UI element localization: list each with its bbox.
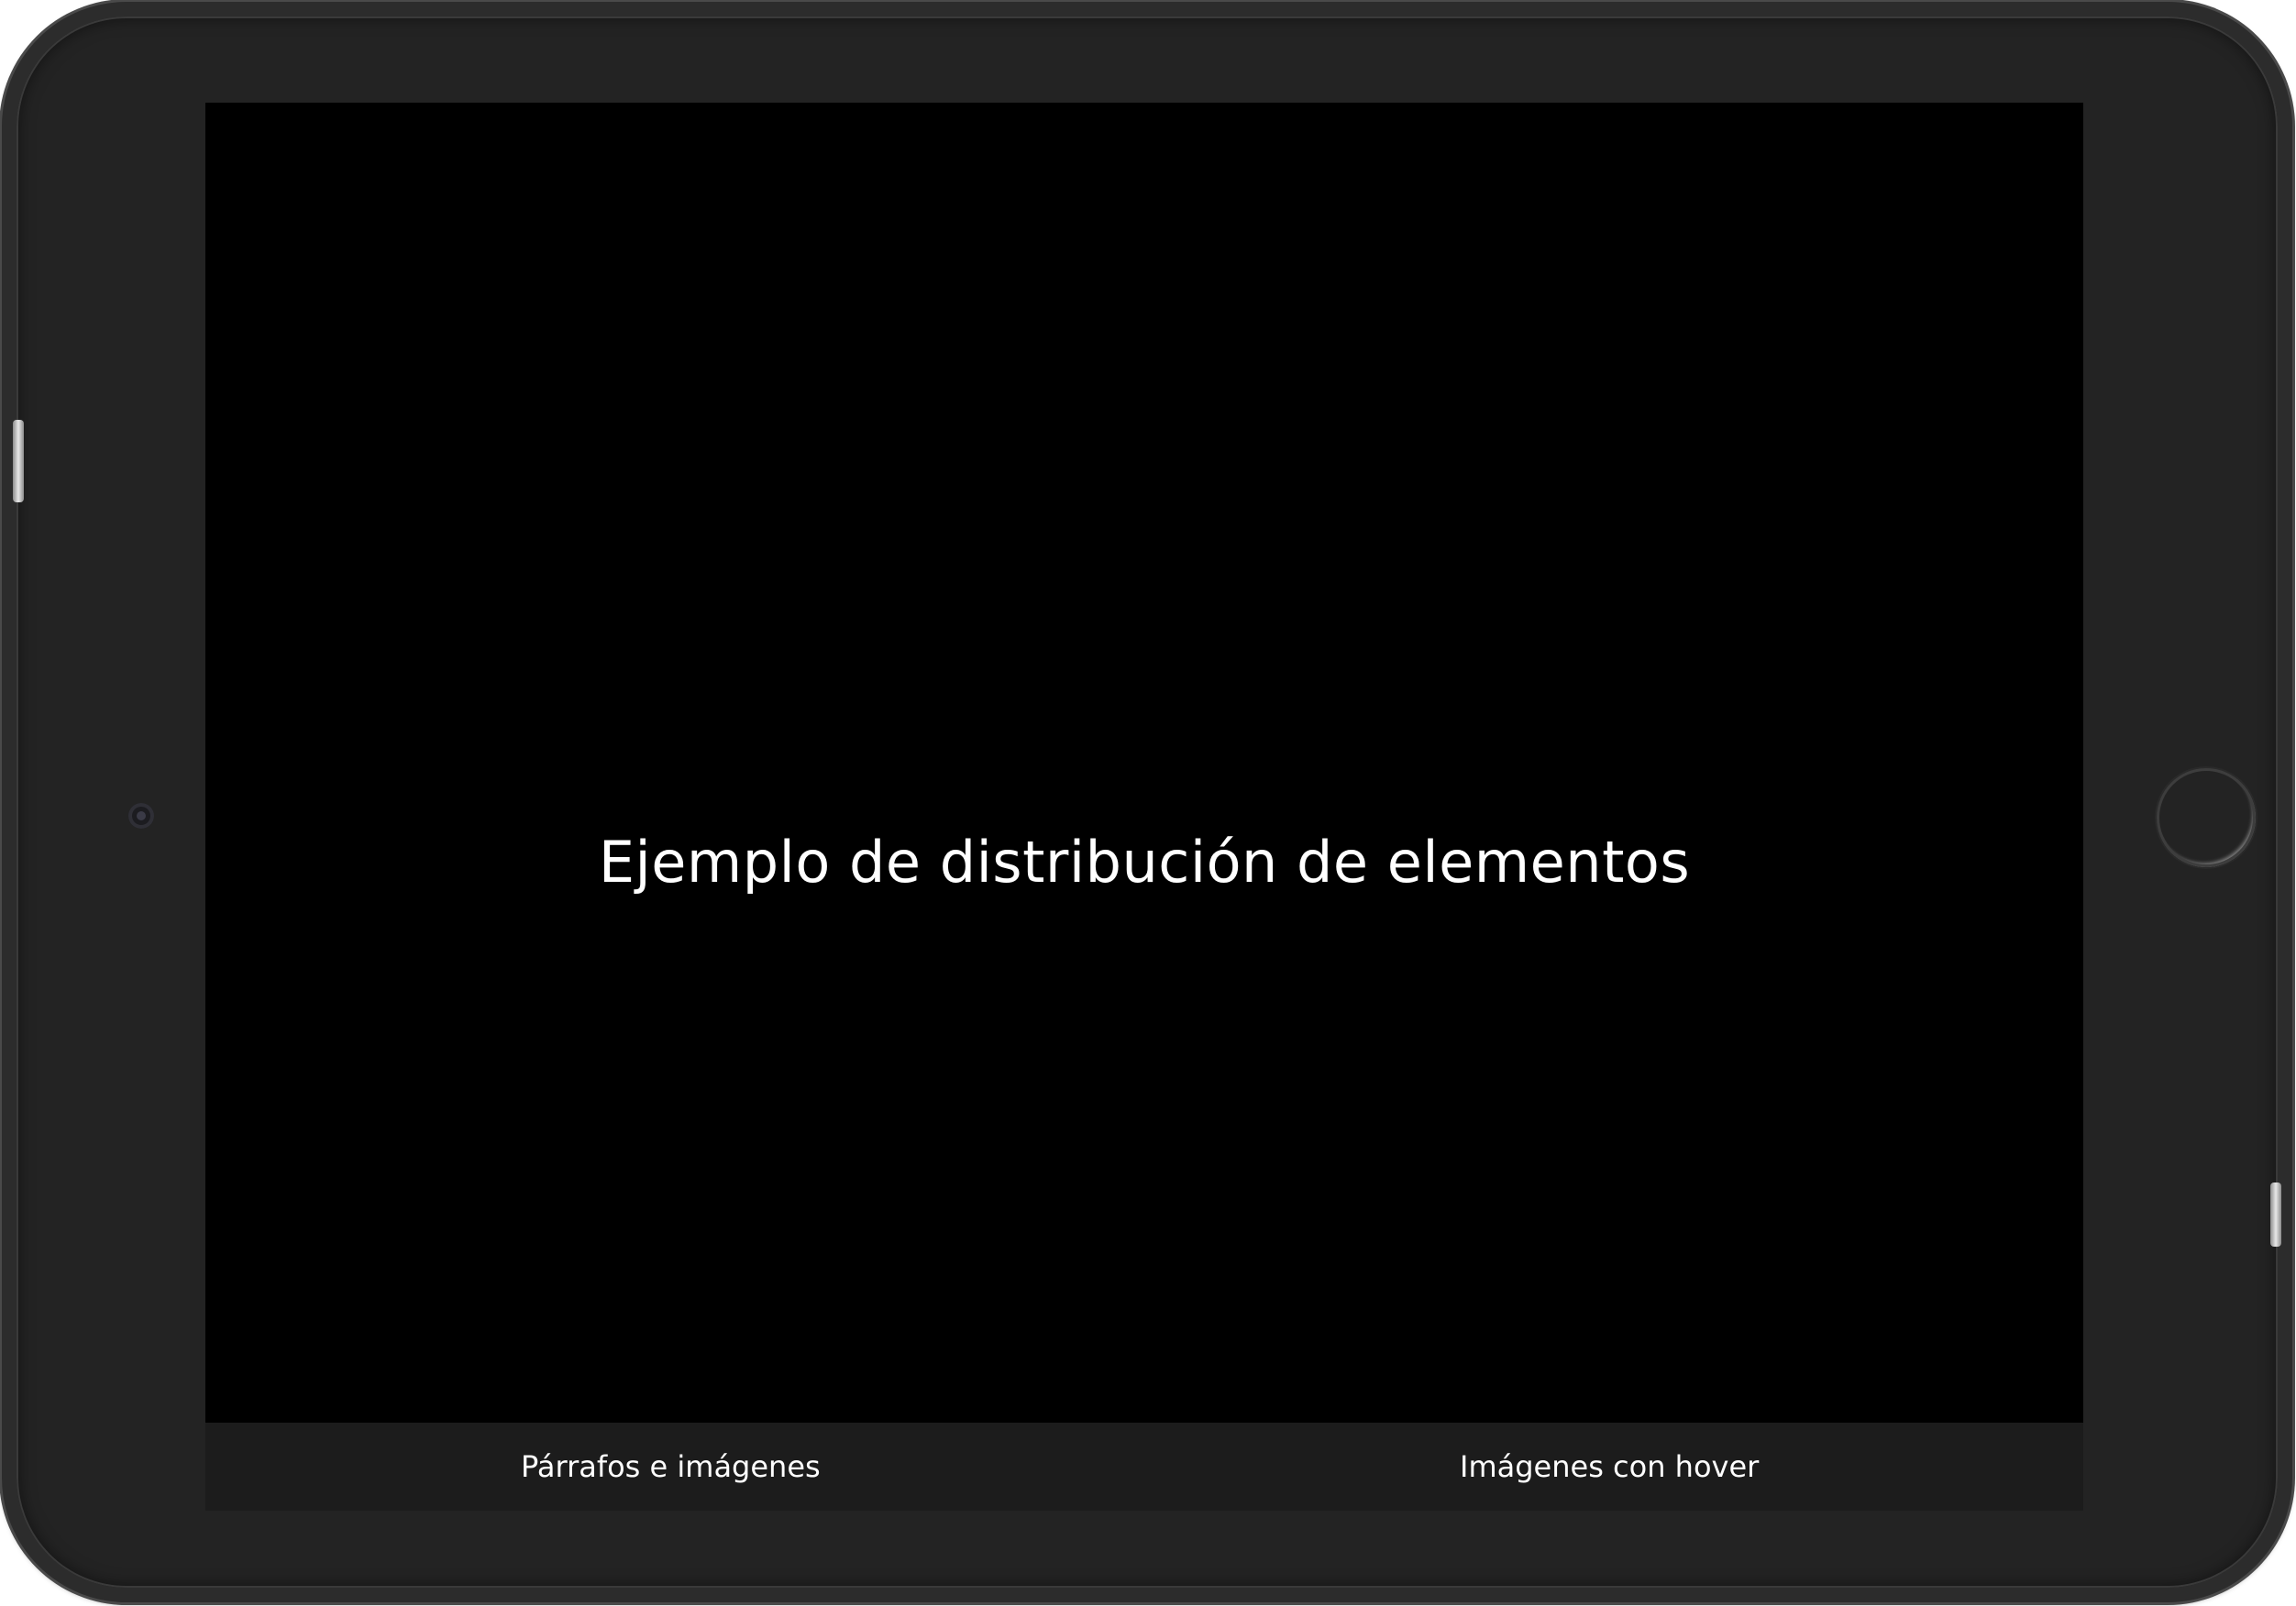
bottom-navigation: Párrafos e imágenes Imágenes con hover [205, 1423, 2083, 1511]
power-button [2270, 1182, 2281, 1247]
volume-button [13, 420, 24, 502]
home-button[interactable] [2157, 768, 2256, 867]
camera-icon [128, 803, 154, 829]
nav-link-imagenes-con-hover[interactable]: Imágenes con hover [1460, 1423, 1759, 1511]
tablet-screen: Ejemplo de distribución de elementos Pár… [205, 103, 2083, 1511]
nav-link-parrafos-e-imagenes[interactable]: Párrafos e imágenes [521, 1423, 821, 1511]
page-title: Ejemplo de distribución de elementos [598, 829, 1691, 896]
